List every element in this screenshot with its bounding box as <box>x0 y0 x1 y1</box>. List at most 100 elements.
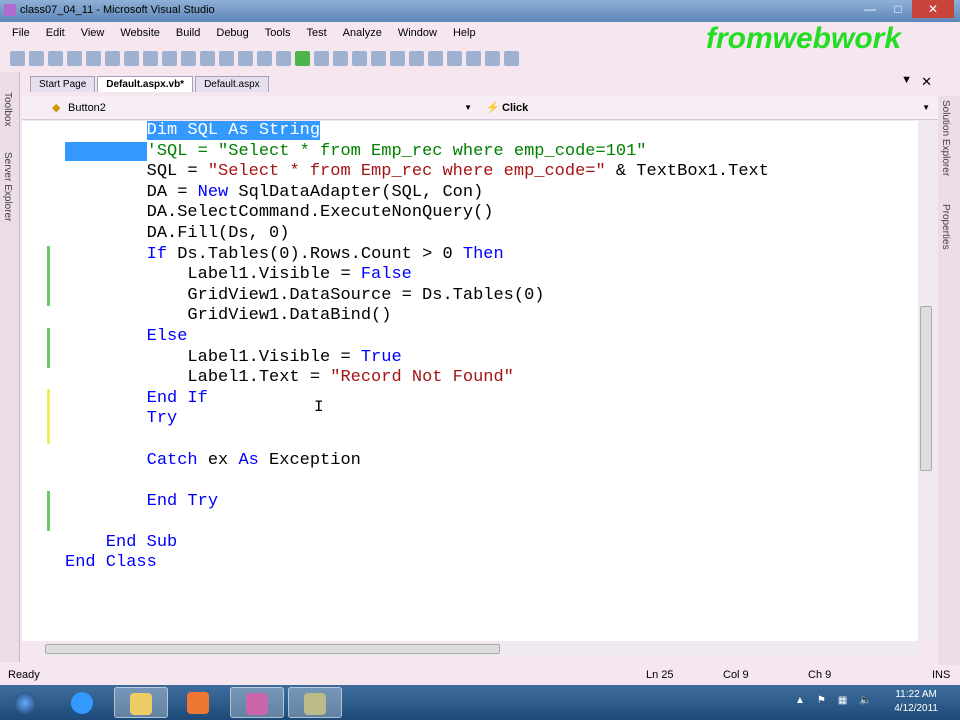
server-explorer-tab[interactable]: Server Explorer <box>2 152 13 221</box>
code-line[interactable] <box>65 430 769 451</box>
code-line[interactable] <box>65 512 769 533</box>
menu-file[interactable]: File <box>12 22 30 44</box>
method-name-dropdown[interactable]: ⚡ Click ▼ <box>480 99 934 117</box>
scroll-thumb[interactable] <box>45 644 500 654</box>
taskbar-media-player[interactable] <box>172 687 226 718</box>
menu-help[interactable]: Help <box>453 22 476 44</box>
code-line[interactable]: GridView1.DataSource = Ds.Tables(0) <box>65 286 769 307</box>
tab-start-page[interactable]: Start Page <box>30 76 96 92</box>
new-website-icon[interactable] <box>29 50 44 66</box>
stop-icon[interactable] <box>333 50 348 66</box>
step-into-icon[interactable] <box>352 50 367 66</box>
code-line[interactable]: End Class <box>65 553 769 574</box>
redo-icon[interactable] <box>257 50 272 66</box>
tab-list-icon[interactable]: ▼ <box>901 74 912 86</box>
code-line[interactable]: GridView1.DataBind() <box>65 306 769 327</box>
code-line[interactable]: Label1.Visible = False <box>65 265 769 286</box>
code-line[interactable]: DA = New SqlDataAdapter(SQL, Con) <box>65 183 769 204</box>
code-line[interactable]: End If <box>65 389 769 410</box>
add-item-icon[interactable] <box>67 50 82 66</box>
code-line[interactable]: Label1.Visible = True <box>65 348 769 369</box>
show-hidden-icons[interactable]: ▲ <box>795 695 805 706</box>
minimize-button[interactable]: — <box>856 0 884 18</box>
copy-icon[interactable] <box>143 50 158 66</box>
taskbar-internet-explorer[interactable] <box>56 687 110 718</box>
code-text[interactable]: Dim SQL As String 'SQL = "Select * from … <box>65 121 769 574</box>
menu-window[interactable]: Window <box>398 22 437 44</box>
horizontal-scrollbar[interactable] <box>45 642 917 656</box>
start-page-icon[interactable] <box>504 50 519 66</box>
event-icon: ⚡ <box>486 102 500 114</box>
taskbar-app[interactable] <box>288 687 342 718</box>
code-line[interactable]: End Try <box>65 492 769 513</box>
toolbox-tab[interactable]: Toolbox <box>2 92 13 126</box>
uncomment-icon[interactable] <box>219 50 234 66</box>
code-line[interactable]: End Sub <box>65 533 769 554</box>
find-in-files-icon[interactable] <box>409 50 424 66</box>
volume-icon[interactable]: 🔈 <box>859 695 871 706</box>
code-line[interactable]: SQL = "Select * from Emp_rec where emp_c… <box>65 162 769 183</box>
menu-build[interactable]: Build <box>176 22 200 44</box>
code-line[interactable] <box>65 471 769 492</box>
vertical-scrollbar[interactable] <box>918 121 934 641</box>
undo-icon[interactable] <box>238 50 253 66</box>
flag-icon[interactable]: ⚑ <box>817 695 826 706</box>
navigate-icon[interactable] <box>276 50 291 66</box>
class-icon: ◆ <box>52 102 61 114</box>
save-icon[interactable] <box>86 50 101 66</box>
code-line[interactable]: DA.Fill(Ds, 0) <box>65 224 769 245</box>
paste-icon[interactable] <box>162 50 177 66</box>
code-line[interactable]: If Ds.Tables(0).Rows.Count > 0 Then <box>65 245 769 266</box>
new-project-icon[interactable] <box>10 50 25 66</box>
code-line[interactable]: Catch ex As Exception <box>65 451 769 472</box>
properties-icon[interactable] <box>447 50 462 66</box>
network-icon[interactable]: ▦ <box>838 695 847 706</box>
code-token: ex <box>197 450 239 470</box>
code-line[interactable]: Try <box>65 409 769 430</box>
solution-explorer-icon[interactable] <box>428 50 443 66</box>
code-keyword: New <box>197 182 229 202</box>
step-out-icon[interactable] <box>390 50 405 66</box>
code-line[interactable]: Dim SQL As String <box>65 121 769 142</box>
menu-debug[interactable]: Debug <box>216 22 248 44</box>
menu-website[interactable]: Website <box>120 22 160 44</box>
code-comment: 'SQL = "Select * from Emp_rec where emp_… <box>146 141 647 161</box>
taskbar-visual-studio[interactable] <box>230 687 284 718</box>
close-window-button[interactable]: ✕ <box>912 0 954 18</box>
code-line[interactable]: 'SQL = "Select * from Emp_rec where emp_… <box>65 141 769 163</box>
start-debug-icon[interactable] <box>295 50 310 66</box>
menu-analyze[interactable]: Analyze <box>343 22 382 44</box>
document-tabs: Start Page Default.aspx.vb* Default.aspx <box>30 74 271 92</box>
code-line[interactable]: Label1.Text = "Record Not Found" <box>65 368 769 389</box>
maximize-button[interactable]: □ <box>884 0 912 18</box>
pause-icon[interactable] <box>314 50 329 66</box>
menu-edit[interactable]: Edit <box>46 22 65 44</box>
find-icon[interactable] <box>181 50 196 66</box>
close-document-button[interactable]: ✕ <box>921 74 932 90</box>
class-name-dropdown[interactable]: ◆ Button2 ▼ <box>30 99 476 117</box>
code-line[interactable]: Else <box>65 327 769 348</box>
start-button[interactable] <box>2 687 52 718</box>
cut-icon[interactable] <box>124 50 139 66</box>
menu-tools[interactable]: Tools <box>265 22 291 44</box>
taskbar-explorer[interactable] <box>114 687 168 718</box>
code-line[interactable]: DA.SelectCommand.ExecuteNonQuery() <box>65 203 769 224</box>
tab-default-aspx-vb[interactable]: Default.aspx.vb* <box>97 76 194 92</box>
solution-explorer-tab[interactable]: Solution Explorer <box>940 100 951 176</box>
step-over-icon[interactable] <box>371 50 386 66</box>
code-string: "Select * from Emp_rec where emp_code=" <box>207 162 606 182</box>
code-editor[interactable]: Dim SQL As String 'SQL = "Select * from … <box>22 121 918 641</box>
properties-tab[interactable]: Properties <box>940 204 951 250</box>
toolbox-icon[interactable] <box>466 50 481 66</box>
clock[interactable]: 11:22 AM 4/12/2011 <box>894 688 938 716</box>
comment-icon[interactable] <box>200 50 215 66</box>
tab-default-aspx[interactable]: Default.aspx <box>195 76 269 92</box>
save-all-icon[interactable] <box>105 50 120 66</box>
scroll-thumb[interactable] <box>920 306 932 471</box>
menu-test[interactable]: Test <box>306 22 326 44</box>
open-icon[interactable] <box>48 50 63 66</box>
code-token: DA = <box>65 182 198 202</box>
menu-view[interactable]: View <box>81 22 105 44</box>
watermark-logo: fromwebwork <box>706 22 902 55</box>
object-browser-icon[interactable] <box>485 50 500 66</box>
